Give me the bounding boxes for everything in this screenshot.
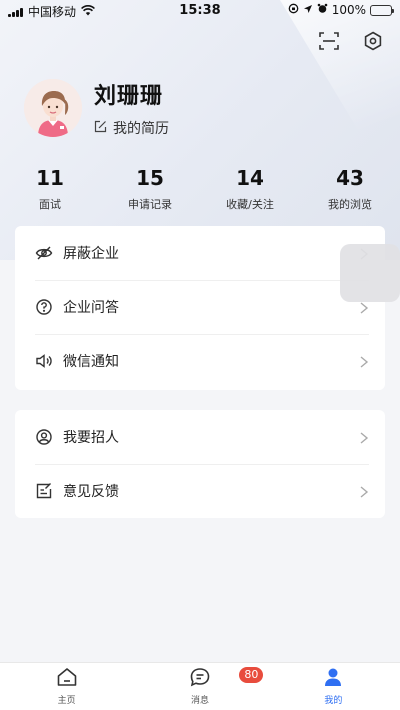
stat-interviews[interactable]: 11 面试 [0,166,100,212]
home-icon [56,667,78,691]
stat-value: 43 [336,166,364,190]
menu-item-company-qa[interactable]: 企业问答 [15,280,385,334]
stat-browsing[interactable]: 43 我的浏览 [300,166,400,212]
status-bar: 中国移动 15:38 100% [0,0,400,22]
stat-label: 收藏/关注 [226,198,274,211]
tab-label: 主页 [57,696,76,706]
tab-mine[interactable]: 我的 [267,663,400,710]
stat-value: 15 [136,166,164,190]
location-icon [303,3,313,17]
chevron-right-icon [359,484,369,498]
settings-icon[interactable] [362,30,384,52]
stat-value: 14 [236,166,264,190]
menu-item-block-companies[interactable]: 屏蔽企业 [15,226,385,280]
chevron-right-icon [359,354,369,368]
stat-label: 申请记录 [128,198,172,211]
edit-icon [94,120,107,137]
profile-section: 刘珊珊 我的简历 [24,78,169,138]
alarm-icon [317,3,328,17]
chevron-right-icon [359,430,369,444]
stat-label: 我的浏览 [328,198,372,211]
menu-item-label: 屏蔽企业 [63,246,119,262]
unread-badge: 80 [239,667,264,683]
speaker-icon [35,352,53,370]
battery-icon [370,4,394,16]
profile-text: 刘珊珊 我的简历 [94,78,169,138]
menu-item-wechat-notify[interactable]: 微信通知 [15,334,385,388]
tab-label: 消息 [190,696,209,706]
user-name: 刘珊珊 [94,84,164,109]
tab-home[interactable]: 主页 [0,663,133,710]
header-actions [318,30,384,52]
user-icon [322,667,344,691]
stats-row: 11 面试 15 申请记录 14 收藏/关注 43 我的浏览 [0,166,400,212]
stat-applications[interactable]: 15 申请记录 [100,166,200,212]
lock-rotation-icon [288,3,299,17]
menu-item-recruit[interactable]: 我要招人 [15,410,385,464]
question-icon [35,298,53,316]
floating-assistive-button[interactable] [340,244,400,302]
bottom-tab-bar: 主页 80 消息 我的 [0,662,400,710]
feedback-icon [35,482,53,500]
tab-messages[interactable]: 80 消息 [133,663,266,710]
eye-off-icon [35,244,53,262]
stat-label: 面试 [39,198,61,211]
stat-favorites[interactable]: 14 收藏/关注 [200,166,300,212]
menu-card-2: 我要招人 意见反馈 [15,410,385,518]
recruit-icon [35,428,53,446]
menu-item-label: 意见反馈 [63,484,119,500]
battery-percent: 100% [331,3,366,17]
resume-link[interactable]: 我的简历 [94,118,169,138]
status-right: 100% [288,3,394,17]
message-icon [189,667,211,691]
scan-icon[interactable] [318,30,340,52]
menu-item-label: 我要招人 [63,430,119,446]
tab-label: 我的 [324,696,343,706]
resume-label: 我的简历 [113,121,169,137]
menu-item-label: 企业问答 [63,300,119,316]
menu-item-label: 微信通知 [63,354,119,370]
menu-card-1: 屏蔽企业 企业问答 微信通知 [15,226,385,390]
stat-value: 11 [36,166,64,190]
chevron-right-icon [359,300,369,314]
avatar[interactable] [24,79,82,137]
menu-item-feedback[interactable]: 意见反馈 [15,464,385,518]
